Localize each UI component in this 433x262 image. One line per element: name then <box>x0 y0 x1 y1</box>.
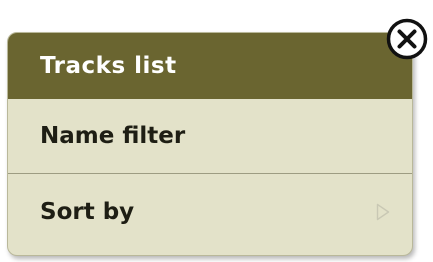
menu-header: Tracks list <box>8 33 412 99</box>
tracks-list-popup-menu: Tracks list Name filter Sort by <box>7 32 413 256</box>
menu-item-label: Name filter <box>40 123 186 149</box>
chevron-right-icon <box>376 203 390 220</box>
menu-title: Tracks list <box>40 53 177 79</box>
menu-item-label: Sort by <box>40 198 135 225</box>
close-button[interactable] <box>385 17 429 61</box>
menu-item-sort-by[interactable]: Sort by <box>8 174 412 249</box>
menu-item-name-filter[interactable]: Name filter <box>8 99 412 174</box>
close-icon <box>386 18 428 60</box>
